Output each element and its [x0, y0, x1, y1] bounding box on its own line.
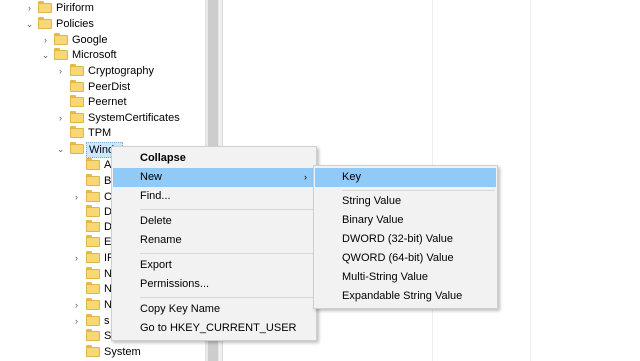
menu-item-key[interactable]: Key: [315, 168, 496, 187]
tree-item-label: Microsoft: [72, 49, 117, 61]
menu-item-expandable-string-value[interactable]: Expandable String Value: [315, 287, 496, 306]
chevron-right-icon[interactable]: ›: [72, 253, 81, 263]
menu-item-collapse[interactable]: Collapse: [113, 149, 315, 168]
menu-separator: [140, 297, 314, 298]
menu-item-delete[interactable]: Delete: [113, 212, 315, 231]
menu-item-multi-string-value[interactable]: Multi-String Value: [315, 268, 496, 287]
folder-icon: [70, 111, 84, 123]
tree-item-label: Policies: [56, 18, 94, 30]
tree-item-peerdist[interactable]: PeerDist: [0, 79, 205, 95]
menu-item-new[interactable]: New ›: [113, 168, 315, 187]
menu-item-export[interactable]: Export: [113, 256, 315, 275]
menu-separator: [140, 253, 314, 254]
folder-icon: [70, 64, 84, 76]
folder-icon: [86, 190, 100, 202]
menu-item-qword-value[interactable]: QWORD (64-bit) Value: [315, 249, 496, 268]
tree-item-label: System: [104, 346, 141, 358]
folder-icon: [86, 345, 100, 357]
folder-icon: [70, 95, 84, 107]
folder-icon: [86, 282, 100, 294]
folder-icon: [86, 314, 100, 326]
tree-item-system[interactable]: System: [0, 344, 205, 360]
folder-icon: [86, 298, 100, 310]
tree-item-peernet[interactable]: Peernet: [0, 94, 205, 110]
tree-item-tpm[interactable]: TPM: [0, 125, 205, 141]
folder-icon: [86, 251, 100, 263]
menu-item-string-value[interactable]: String Value: [315, 192, 496, 211]
folder-icon: [38, 1, 52, 13]
folder-icon: [86, 267, 100, 279]
new-submenu: Key String Value Binary Value DWORD (32-…: [313, 165, 498, 309]
folder-icon: [86, 174, 100, 186]
tree-item-google[interactable]: › Google: [0, 32, 205, 48]
chevron-right-icon[interactable]: ›: [72, 192, 81, 202]
submenu-arrow-icon: ›: [304, 172, 307, 182]
tree-item-piriform[interactable]: › Piriform: [0, 0, 205, 16]
menu-item-binary-value[interactable]: Binary Value: [315, 211, 496, 230]
tree-item-label: Google: [72, 34, 108, 46]
tree-item-microsoft[interactable]: ⌄ Microsoft: [0, 47, 205, 63]
tree-item-label: PeerDist: [88, 81, 131, 93]
column-divider: [530, 0, 531, 361]
chevron-right-icon[interactable]: ›: [72, 300, 81, 310]
chevron-right-icon[interactable]: ›: [72, 316, 81, 326]
folder-icon: [70, 80, 84, 92]
chevron-right-icon[interactable]: ›: [56, 66, 65, 76]
chevron-down-icon[interactable]: ⌄: [56, 144, 65, 154]
menu-item-rename[interactable]: Rename: [113, 231, 315, 250]
folder-icon: [86, 235, 100, 247]
folder-icon: [86, 220, 100, 232]
menu-item-dword-value[interactable]: DWORD (32-bit) Value: [315, 230, 496, 249]
folder-icon: [38, 17, 52, 29]
menu-item-copy-key-name[interactable]: Copy Key Name: [113, 300, 315, 319]
menu-item-permissions[interactable]: Permissions...: [113, 275, 315, 294]
folder-icon: [70, 126, 84, 138]
tree-item-label: s: [104, 315, 110, 327]
tree-item-label: Peernet: [88, 96, 127, 108]
folder-icon: [86, 205, 100, 217]
folder-icon: [86, 329, 100, 341]
menu-item-find[interactable]: Find...: [113, 187, 315, 206]
folder-icon: [86, 158, 100, 170]
chevron-down-icon[interactable]: ⌄: [41, 50, 50, 60]
tree-item-label: Piriform: [56, 2, 94, 14]
tree-item-label: Cryptography: [88, 65, 155, 77]
chevron-down-icon[interactable]: ⌄: [25, 19, 34, 29]
chevron-right-icon[interactable]: ›: [41, 35, 50, 45]
menu-item-label: New: [140, 171, 163, 183]
menu-separator: [140, 209, 314, 210]
menu-item-go-to-hkcu[interactable]: Go to HKEY_CURRENT_USER: [113, 319, 315, 338]
tree-item-label: TPM: [88, 127, 112, 139]
folder-icon: [54, 48, 68, 60]
chevron-right-icon[interactable]: ›: [56, 113, 65, 123]
tree-item-cryptography[interactable]: › Cryptography: [0, 63, 205, 79]
folder-icon: [70, 142, 84, 154]
tree-item-label: SystemCertificates: [88, 112, 180, 124]
menu-separator: [342, 190, 495, 191]
context-menu: Collapse New › Find... Delete Rename Exp…: [111, 146, 317, 341]
tree-item-systemcertificates[interactable]: › SystemCertificates: [0, 110, 205, 126]
folder-icon: [54, 33, 68, 45]
tree-item-policies[interactable]: ⌄ Policies: [0, 16, 205, 32]
chevron-right-icon[interactable]: ›: [25, 3, 34, 13]
